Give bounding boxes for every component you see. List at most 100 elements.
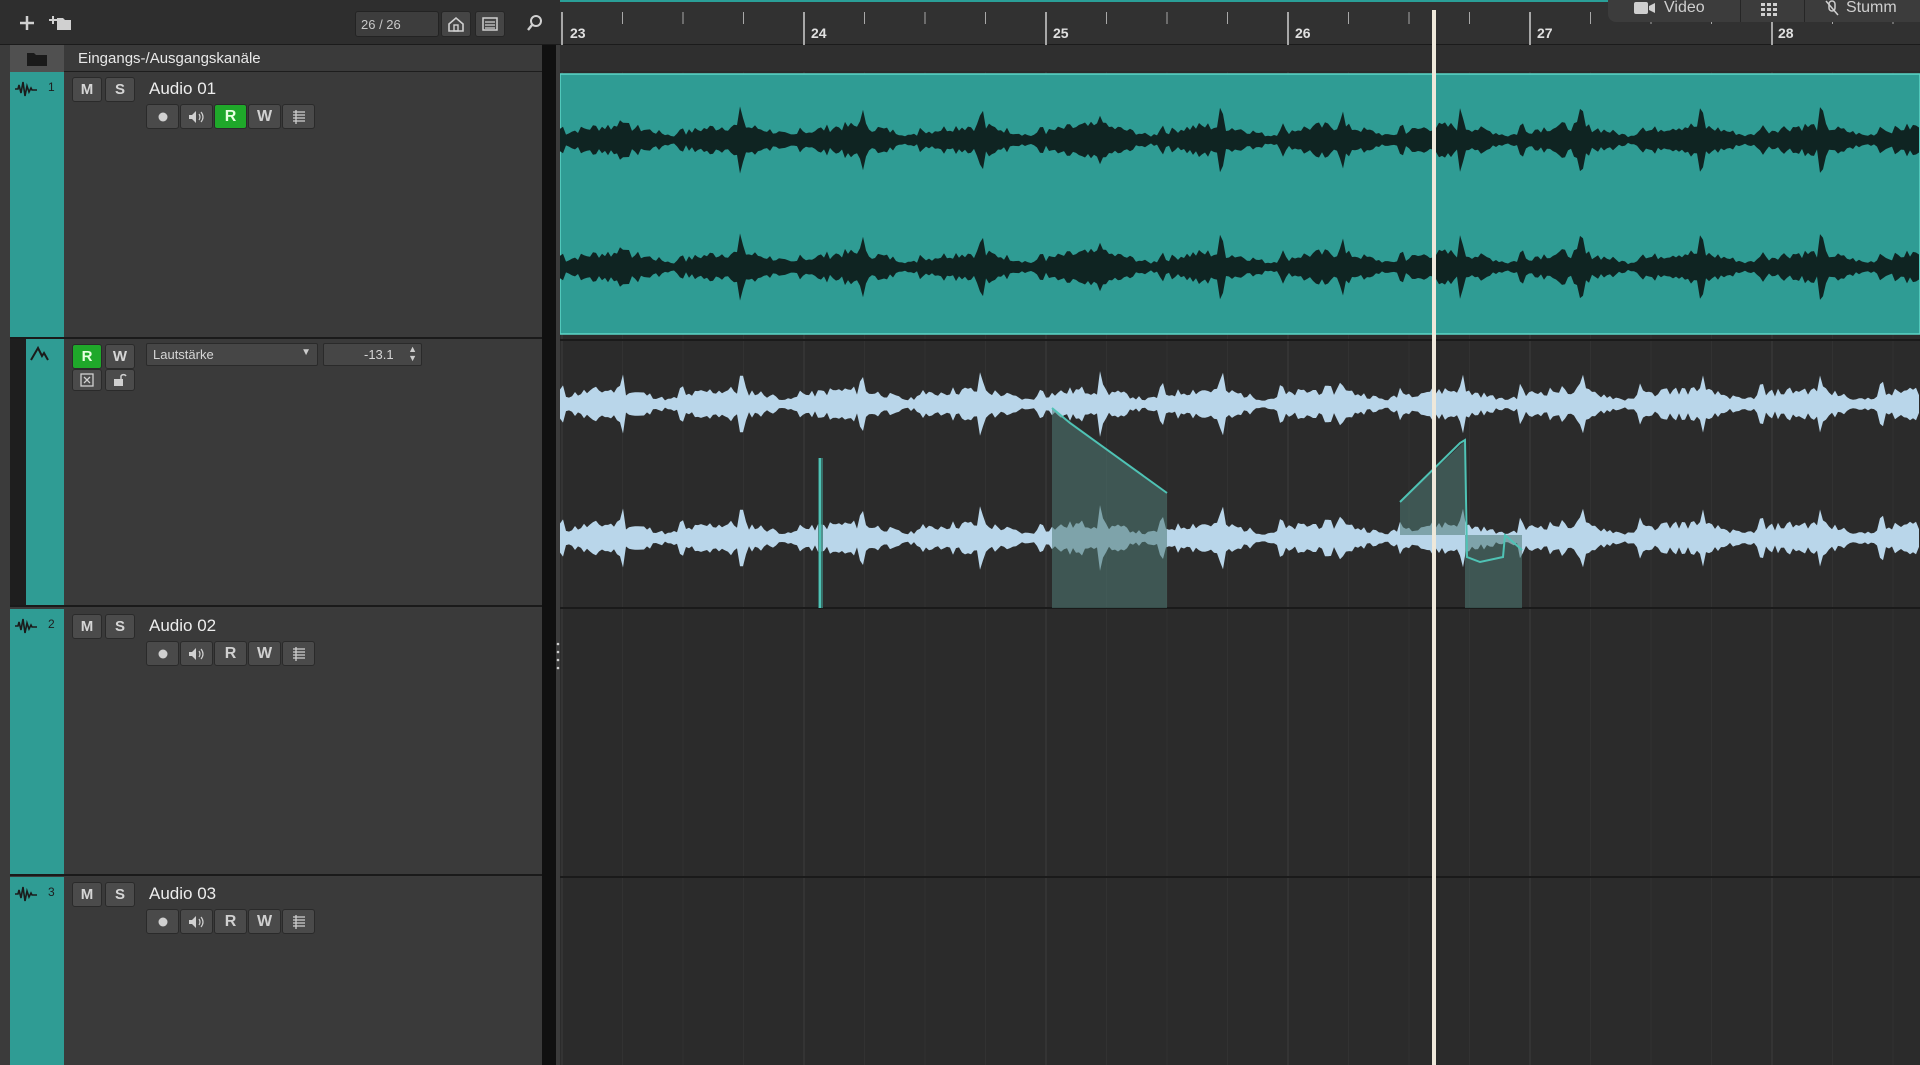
write-automation-button[interactable]: W — [248, 104, 281, 129]
daw-window: 26 / 26 Eingangs-/Ausgangskanäle 1 M S A… — [0, 0, 1920, 1065]
track-audio-03[interactable]: 3 M S Audio 03 R W — [10, 877, 542, 1065]
track-controls: R W — [146, 104, 316, 129]
plus-icon — [20, 16, 34, 30]
automation-write-button[interactable]: W — [105, 344, 135, 369]
speaker-icon — [188, 647, 204, 660]
io-channels-row[interactable]: Eingangs-/Ausgangskanäle — [10, 45, 542, 72]
add-folder-button[interactable] — [46, 9, 76, 37]
track-color-strip: 1 — [10, 72, 64, 337]
automation-parameter-select[interactable]: Lautstärke ▼ — [146, 343, 318, 366]
chevron-down-icon: ▼ — [301, 347, 311, 358]
automation-parameter-label: Lautstärke — [153, 347, 214, 362]
automation-lock-button[interactable] — [105, 369, 135, 391]
record-enable-button[interactable] — [146, 104, 179, 129]
channel-settings-icon — [292, 914, 305, 929]
speaker-icon — [188, 915, 204, 928]
write-automation-button[interactable]: W — [248, 909, 281, 934]
track-audio-01[interactable]: 1 M S Audio 01 R W — [10, 72, 542, 339]
read-automation-button[interactable]: R — [214, 909, 247, 934]
video-camera-icon — [1634, 2, 1655, 14]
search-button[interactable] — [520, 9, 550, 37]
record-icon — [158, 112, 167, 121]
track-audio-02[interactable]: 2 M S Audio 02 R W — [10, 609, 542, 876]
mute-button[interactable]: M — [72, 77, 102, 102]
pane-divider[interactable] — [542, 45, 556, 1065]
mute-label: Stumm — [1846, 0, 1897, 16]
edit-channel-button[interactable] — [282, 909, 315, 934]
edit-channel-button[interactable] — [282, 104, 315, 129]
track-number: 2 — [48, 617, 55, 631]
track-name[interactable]: Audio 03 — [149, 884, 216, 904]
automation-value-field[interactable]: -13.1 ▲ ▼ — [323, 343, 422, 366]
track-color-strip: 3 — [10, 877, 64, 1065]
panel-separator — [1740, 0, 1741, 22]
automation-color-strip — [26, 339, 64, 605]
track-number: 3 — [48, 885, 55, 899]
automation-lane-volume[interactable]: R W Lautstärke ▼ -13.1 ▲ ▼ — [10, 339, 542, 607]
video-button[interactable]: Video — [1634, 0, 1705, 17]
video-label: Video — [1664, 0, 1705, 16]
record-enable-button[interactable] — [146, 909, 179, 934]
channel-settings-icon — [292, 646, 305, 661]
grid-icon — [1761, 3, 1777, 16]
mute-button[interactable]: M — [72, 882, 102, 907]
read-automation-button[interactable]: R — [214, 104, 247, 129]
edit-channel-button[interactable] — [282, 641, 315, 666]
read-automation-button[interactable]: R — [214, 641, 247, 666]
bar-number: 25 — [1053, 25, 1069, 41]
top-right-panel: Video Stumm — [1608, 0, 1920, 22]
record-icon — [158, 917, 167, 926]
solo-button[interactable]: S — [105, 882, 135, 907]
audio-wave-icon — [15, 81, 37, 97]
unlock-icon — [114, 373, 127, 386]
io-channels-label: Eingangs-/Ausgangskanäle — [78, 50, 261, 67]
track-number: 1 — [48, 80, 55, 94]
lane-audio-02 — [560, 609, 1920, 877]
solo-button[interactable]: S — [105, 77, 135, 102]
speaker-icon — [188, 110, 204, 123]
track-name[interactable]: Audio 01 — [149, 79, 216, 99]
panel-separator — [1804, 0, 1805, 22]
write-automation-button[interactable]: W — [248, 641, 281, 666]
audio-event-audio-01[interactable] — [560, 73, 1920, 335]
list-button[interactable] — [475, 11, 505, 37]
lane-audio-03 — [560, 877, 1920, 1065]
automation-value: -13.1 — [364, 347, 394, 362]
automation-mute-button[interactable] — [72, 369, 102, 391]
arrangement-view[interactable]: 23 24 25 26 27 28 Video Stumm — [560, 0, 1920, 1065]
automation-read-button[interactable]: R — [72, 344, 102, 369]
add-folder-icon — [49, 16, 71, 30]
mute-mic-button[interactable]: Stumm — [1824, 0, 1897, 17]
home-button[interactable] — [441, 11, 471, 37]
spinner-arrows-icon[interactable]: ▲ ▼ — [408, 345, 417, 363]
track-toolbar: 26 / 26 — [0, 0, 560, 45]
lane-automation — [560, 340, 1920, 608]
search-icon — [527, 15, 542, 31]
mute-button[interactable]: M — [72, 614, 102, 639]
track-counter: 26 / 26 — [355, 11, 439, 37]
grid-menu-button[interactable] — [1760, 2, 1778, 16]
list-icon — [482, 17, 498, 31]
monitor-button[interactable] — [180, 909, 213, 934]
monitor-button[interactable] — [180, 104, 213, 129]
bar-number: 23 — [570, 25, 586, 41]
playhead-cursor[interactable] — [1432, 10, 1436, 1065]
automation-curve-icon — [30, 345, 49, 361]
home-icon — [448, 16, 464, 32]
record-icon — [158, 649, 167, 658]
track-controls: R W — [146, 909, 316, 934]
track-color-strip: 2 — [10, 609, 64, 874]
add-track-button[interactable] — [14, 9, 40, 37]
audio-wave-icon — [15, 618, 37, 634]
track-lanes — [560, 72, 1920, 1065]
audio-wave-icon — [15, 886, 37, 902]
monitor-button[interactable] — [180, 641, 213, 666]
close-box-icon — [80, 373, 94, 387]
bar-number: 28 — [1778, 25, 1794, 41]
channel-settings-icon — [292, 109, 305, 124]
solo-button[interactable]: S — [105, 614, 135, 639]
automation-indent — [10, 339, 26, 605]
track-controls: R W — [146, 641, 316, 666]
track-name[interactable]: Audio 02 — [149, 616, 216, 636]
record-enable-button[interactable] — [146, 641, 179, 666]
